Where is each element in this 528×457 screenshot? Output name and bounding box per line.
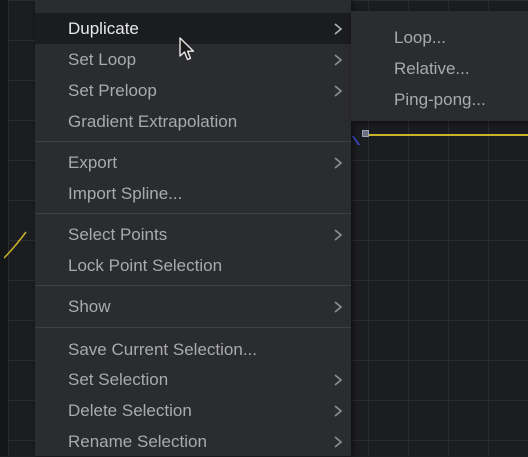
menu-item-label: Duplicate xyxy=(68,18,139,38)
submenu-item-label: Relative... xyxy=(394,58,470,78)
menu-item-set-selection[interactable]: Set Selection xyxy=(35,364,351,395)
menu-item-import-spline[interactable]: Import Spline... xyxy=(35,178,351,209)
menu-item-export[interactable]: Export xyxy=(35,147,351,178)
menu-item-label: Set Preloop xyxy=(68,80,157,100)
context-menu: Duplicate Set Loop Set Preloop Gradient … xyxy=(35,0,351,456)
menu-item-label: Select Points xyxy=(68,224,168,244)
menu-item-label: Rename Selection xyxy=(68,431,207,451)
menu-item-label: Save Current Selection... xyxy=(68,339,257,359)
menu-item-label: Export xyxy=(68,152,118,172)
chevron-right-icon xyxy=(334,53,343,66)
menu-item-label: Delete Selection xyxy=(68,400,192,420)
chevron-right-icon xyxy=(334,228,343,241)
spline-curve[interactable] xyxy=(366,134,528,136)
spline-keyframe-point[interactable] xyxy=(362,130,369,137)
submenu-item-ping-pong[interactable]: Ping-pong... xyxy=(351,84,528,115)
menu-item-label: Import Spline... xyxy=(68,183,183,203)
spline-curve-left xyxy=(4,231,27,259)
menu-item-rename-selection[interactable]: Rename Selection xyxy=(35,426,351,457)
menu-item-label: Set Loop xyxy=(68,49,137,69)
duplicate-submenu: Loop... Relative... Ping-pong... xyxy=(351,11,528,121)
menu-item-select-points[interactable]: Select Points xyxy=(35,219,351,250)
menu-separator xyxy=(35,141,351,142)
chevron-right-icon xyxy=(334,84,343,97)
left-panel-edge xyxy=(0,0,8,456)
menu-separator xyxy=(35,213,351,214)
submenu-item-label: Ping-pong... xyxy=(394,89,486,109)
menu-item-delete-selection[interactable]: Delete Selection xyxy=(35,395,351,426)
menu-separator xyxy=(35,327,351,328)
submenu-item-label: Loop... xyxy=(394,27,446,47)
menu-item-show[interactable]: Show xyxy=(35,291,351,322)
menu-item-label: Show xyxy=(68,296,111,316)
chevron-right-icon xyxy=(334,300,343,313)
menu-item-label: Gradient Extrapolation xyxy=(68,111,238,131)
chevron-right-icon xyxy=(334,404,343,417)
submenu-item-loop[interactable]: Loop... xyxy=(351,22,528,53)
chevron-right-icon xyxy=(334,435,343,448)
menu-separator xyxy=(35,285,351,286)
chevron-right-icon xyxy=(334,156,343,169)
menu-item-label: Set Selection xyxy=(68,369,169,389)
menu-item-save-current-selection[interactable]: Save Current Selection... xyxy=(35,334,351,365)
menu-item-gradient-extrapolation[interactable]: Gradient Extrapolation xyxy=(35,106,351,137)
menu-item-label: Lock Point Selection xyxy=(68,255,223,275)
menu-item-lock-point-selection[interactable]: Lock Point Selection xyxy=(35,250,351,281)
chevron-right-icon xyxy=(334,22,343,35)
chevron-right-icon xyxy=(334,373,343,386)
submenu-item-relative[interactable]: Relative... xyxy=(351,53,528,84)
mouse-pointer-icon xyxy=(179,37,195,61)
menu-item-set-preloop[interactable]: Set Preloop xyxy=(35,75,351,106)
